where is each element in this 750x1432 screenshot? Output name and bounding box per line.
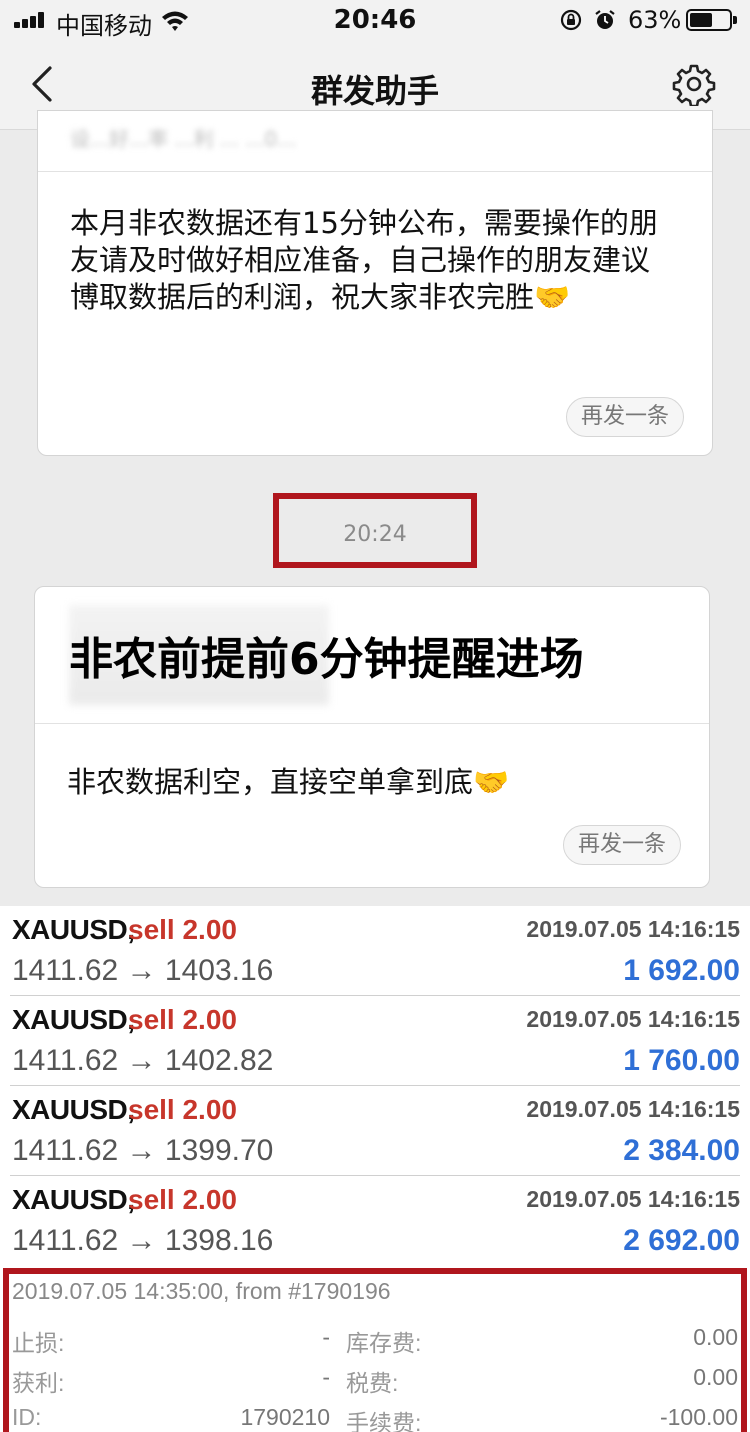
divider (38, 171, 712, 172)
alarm-icon (595, 10, 615, 29)
battery-percent: 63% (628, 6, 682, 34)
trade-time: 2019.07.05 14:16:15 (526, 1096, 740, 1122)
trade-profit: 1 692.00 (623, 954, 740, 987)
back-chevron-icon[interactable] (28, 64, 58, 104)
trade-symbol: XAUUSD, (12, 914, 135, 945)
message-text: 非农数据利空，直接空单拿到底🤝 (67, 765, 510, 799)
message-card: 非农前提前6分钟提醒进场 非农数据利空，直接空单拿到底🤝 再发一条 (34, 586, 710, 888)
trade-time: 2019.07.05 14:16:15 (526, 1006, 740, 1032)
trade-time: 2019.07.05 14:16:15 (526, 1186, 740, 1212)
trade-prices: 1411.62 → 1403.16 (12, 954, 274, 987)
commission-label: 手续费: (346, 1410, 422, 1432)
tax-value: 0.00 (693, 1364, 738, 1390)
take-profit-value: - (322, 1364, 330, 1390)
trade-profit: 1 760.00 (623, 1044, 740, 1077)
trade-row[interactable]: XAUUSD, sell 2.00 2019.07.05 14:16:15 14… (0, 996, 750, 1086)
trade-row[interactable]: XAUUSD, sell 2.00 2019.07.05 14:16:15 14… (0, 906, 750, 996)
wifi-icon (162, 11, 188, 31)
trade-detail: 2019.07.05 14:35:00, from #1790196 止损: -… (0, 1266, 750, 1432)
signal-icon (14, 12, 50, 28)
commission-value: -100.00 (659, 1404, 738, 1430)
id-label: ID: (12, 1404, 42, 1430)
trade-symbol: XAUUSD, (12, 1094, 135, 1125)
battery-icon (686, 9, 737, 31)
detail-header: 2019.07.05 14:35:00, from #1790196 (12, 1278, 391, 1304)
carrier-name: 中国移动 (56, 12, 152, 40)
trade-row[interactable]: XAUUSD, sell 2.00 2019.07.05 14:16:15 14… (0, 1086, 750, 1176)
trade-symbol: XAUUSD, (12, 1184, 135, 1215)
blurred-preview: 设...好...率 ...利 ... ...0... (70, 127, 297, 151)
rotation-lock-icon (560, 9, 582, 31)
trade-symbol: XAUUSD, (12, 1004, 135, 1035)
overlay-headline: 非农前提前6分钟提醒进场 (69, 634, 584, 685)
timestamp: 20:24 (343, 522, 407, 547)
trade-prices: 1411.62 → 1402.82 (12, 1044, 274, 1077)
status-bar: 中国移动 20:46 63% (0, 0, 750, 40)
trade-profit: 2 692.00 (623, 1224, 740, 1257)
message-text: 本月非农数据还有15分钟公布，需要操作的朋友请及时做好相应准备，自己操作的朋友建… (70, 206, 658, 314)
stop-loss-label: 止损: (12, 1330, 65, 1356)
message-card: 设...好...率 ...利 ... ...0... 本月非农数据还有15分钟公… (37, 110, 713, 456)
tax-label: 税费: (346, 1370, 399, 1396)
trade-side: sell 2.00 (128, 1184, 237, 1215)
page-title: 群发助手 (310, 72, 439, 110)
swap-value: 0.00 (693, 1324, 738, 1350)
take-profit-label: 获利: (12, 1370, 65, 1396)
detail-row: ID: 1790210 手续费: -100.00 (0, 1404, 750, 1432)
trade-prices: 1411.62 → 1399.70 (12, 1134, 274, 1167)
trade-time: 2019.07.05 14:16:15 (526, 916, 740, 942)
stop-loss-value: - (322, 1324, 330, 1350)
trade-profit: 2 384.00 (623, 1134, 740, 1167)
resend-button[interactable]: 再发一条 (562, 825, 681, 865)
trade-side: sell 2.00 (128, 1094, 237, 1125)
detail-row: 止损: - 库存费: 0.00 (0, 1324, 750, 1364)
trade-row[interactable]: XAUUSD, sell 2.00 2019.07.05 14:16:15 14… (0, 1176, 750, 1266)
id-value: 1790210 (240, 1404, 330, 1430)
swap-label: 库存费: (346, 1330, 422, 1356)
gear-icon[interactable] (672, 62, 716, 106)
trade-prices: 1411.62 → 1398.16 (12, 1224, 274, 1257)
detail-row: 获利: - 税费: 0.00 (0, 1364, 750, 1404)
trade-side: sell 2.00 (128, 1004, 237, 1035)
trade-side: sell 2.00 (128, 914, 237, 945)
divider (35, 723, 709, 724)
resend-button[interactable]: 再发一条 (565, 397, 684, 437)
